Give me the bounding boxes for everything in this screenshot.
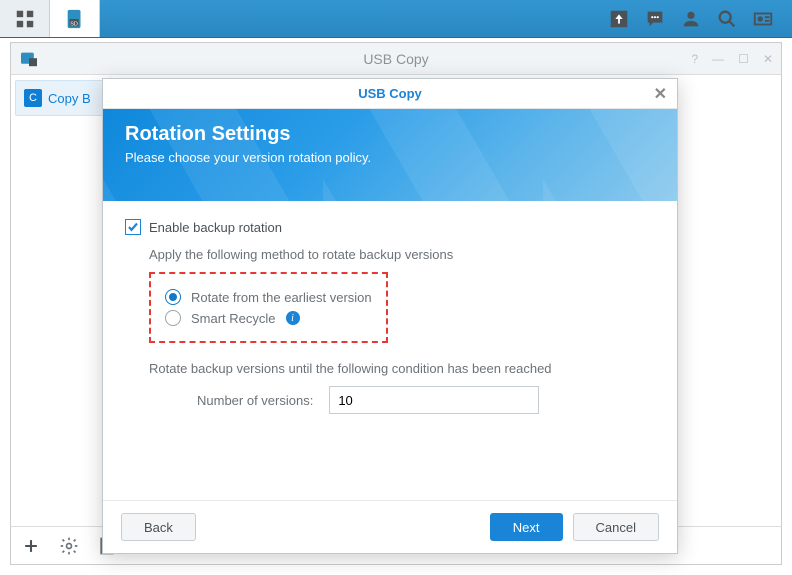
topbar-actions (608, 8, 792, 30)
rotation-settings-dialog: USB Copy ✕ Rotation Settings Please choo… (102, 78, 678, 554)
num-versions-label: Number of versions: (197, 393, 313, 408)
method-label: Apply the following method to rotate bac… (149, 247, 655, 262)
back-button[interactable]: Back (121, 513, 196, 541)
radio-earliest-label: Rotate from the earliest version (191, 290, 372, 305)
condition-label: Rotate backup versions until the followi… (149, 361, 655, 376)
id-icon[interactable] (752, 8, 774, 30)
enable-rotation-label: Enable backup rotation (149, 220, 282, 235)
help-icon[interactable]: ? (691, 52, 698, 66)
check-icon (127, 221, 139, 233)
sidebar-item-label: Copy B (48, 91, 91, 106)
radio-earliest-row[interactable]: Rotate from the earliest version (165, 289, 372, 305)
enable-rotation-checkbox[interactable] (125, 219, 141, 235)
minimize-icon[interactable]: — (712, 52, 724, 66)
dialog-banner: Rotation Settings Please choose your ver… (103, 109, 677, 201)
dialog-subheading: Please choose your version rotation poli… (125, 150, 655, 165)
upload-icon[interactable] (608, 8, 630, 30)
sd-icon: SD (64, 8, 86, 30)
add-icon[interactable] (21, 536, 41, 556)
window-controls: ? — ☐ ✕ (691, 52, 773, 66)
top-tabs: SD (0, 0, 100, 37)
num-versions-row: Number of versions: (197, 386, 655, 414)
copy-badge-icon: C (24, 89, 42, 107)
enable-rotation-row: Enable backup rotation (125, 219, 655, 235)
sidebar-item-copy[interactable]: C Copy B (15, 80, 106, 116)
next-button[interactable]: Next (490, 513, 563, 541)
user-icon[interactable] (680, 8, 702, 30)
sd-tab[interactable]: SD (50, 0, 100, 37)
radio-smart-label: Smart Recycle (191, 311, 276, 326)
window-titlebar: USB Copy ? — ☐ ✕ (11, 43, 781, 75)
maximize-icon[interactable]: ☐ (738, 52, 749, 66)
dialog-footer: Back Next Cancel (103, 500, 677, 553)
radio-smart[interactable] (165, 310, 181, 326)
sidebar: C Copy B (11, 76, 111, 526)
chat-icon[interactable] (644, 8, 666, 30)
dialog-title: USB Copy (358, 86, 422, 101)
radio-smart-row[interactable]: Smart Recycle i (165, 310, 372, 326)
num-versions-input[interactable] (329, 386, 539, 414)
close-icon[interactable]: ✕ (654, 84, 667, 104)
info-icon[interactable]: i (286, 311, 300, 325)
rotation-method-section: Apply the following method to rotate bac… (149, 247, 655, 414)
apps-icon (14, 8, 36, 30)
rotation-method-radio-group: Rotate from the earliest version Smart R… (149, 272, 388, 343)
gear-icon[interactable] (59, 536, 79, 556)
radio-earliest[interactable] (165, 289, 181, 305)
apps-tab[interactable] (0, 0, 50, 37)
top-bar: SD (0, 0, 792, 38)
close-window-icon[interactable]: ✕ (763, 52, 773, 66)
search-icon[interactable] (716, 8, 738, 30)
usb-copy-app-icon (19, 51, 39, 67)
dialog-body: Enable backup rotation Apply the followi… (103, 201, 677, 432)
window-title: USB Copy (363, 51, 428, 67)
svg-text:SD: SD (70, 21, 78, 27)
dialog-titlebar: USB Copy ✕ (103, 79, 677, 109)
cancel-button[interactable]: Cancel (573, 513, 659, 541)
dialog-heading: Rotation Settings (125, 123, 655, 146)
